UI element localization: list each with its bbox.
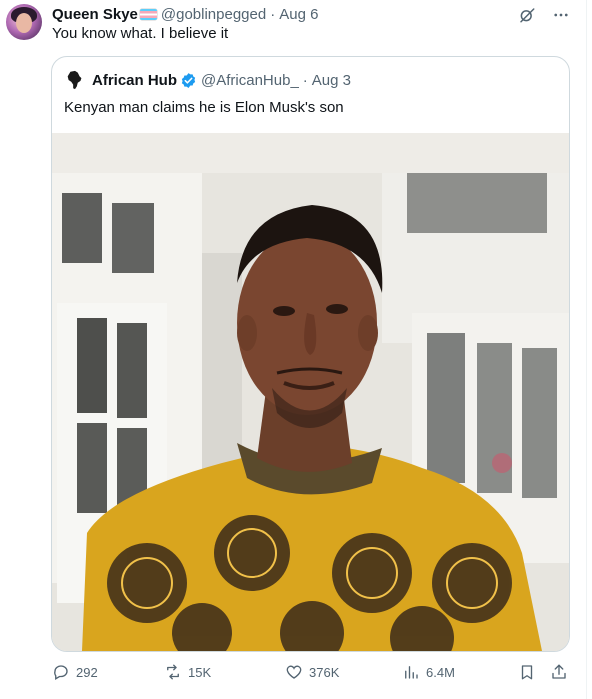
quoted-avatar[interactable]: [64, 69, 86, 91]
author-name[interactable]: Queen Skye: [52, 6, 138, 23]
more-icon[interactable]: [552, 6, 570, 24]
quoted-handle[interactable]: @AfricanHub_: [201, 72, 299, 89]
tweet-header: Queen Skye @goblinpegged · Aug 6: [52, 4, 318, 24]
author-handle[interactable]: @goblinpegged: [161, 6, 266, 23]
top-actions: [518, 6, 570, 24]
reply-icon: [54, 665, 68, 680]
grok-icon[interactable]: [518, 6, 536, 24]
views-icon: [405, 666, 418, 679]
reply-count: 292: [76, 664, 98, 680]
quoted-photo[interactable]: [52, 133, 569, 651]
like-button[interactable]: 376K: [285, 661, 339, 683]
quoted-separator: ·: [302, 71, 308, 89]
share-icon: [552, 664, 566, 679]
repost-button[interactable]: 15K: [164, 661, 211, 683]
like-count: 376K: [309, 664, 340, 680]
quoted-header: African Hub @AfricanHub_ · Aug 3: [64, 69, 351, 91]
author-avatar[interactable]: [6, 4, 42, 40]
heart-icon: [286, 665, 302, 679]
verified-badge-icon: [181, 72, 196, 88]
tweet-card[interactable]: Queen Skye @goblinpegged · Aug 6 You kno…: [0, 0, 587, 699]
repost-icon: [167, 664, 179, 680]
trans-flag-emoji: [139, 8, 157, 20]
quoted-author-name[interactable]: African Hub: [92, 72, 177, 89]
views-count: 6.4M: [426, 664, 455, 680]
share-button[interactable]: [550, 661, 568, 683]
tweet-text: You know what. I believe it: [52, 25, 229, 42]
quoted-date[interactable]: Aug 3: [312, 72, 351, 89]
bookmark-icon: [521, 665, 533, 680]
action-bar: 292 15K 376K 6.4M: [52, 661, 572, 683]
quoted-text: Kenyan man claims he is Elon Musk's son: [64, 99, 344, 116]
repost-count: 15K: [188, 664, 212, 680]
quoted-tweet[interactable]: African Hub @AfricanHub_ · Aug 3 Kenyan …: [51, 56, 570, 652]
bookmark-button[interactable]: [518, 661, 536, 683]
tweet-date[interactable]: Aug 6: [279, 6, 318, 23]
photo-illustration: [52, 133, 569, 651]
header-separator: ·: [270, 5, 276, 23]
reply-button[interactable]: 292: [52, 661, 98, 683]
views-button[interactable]: 6.4M: [402, 661, 455, 683]
